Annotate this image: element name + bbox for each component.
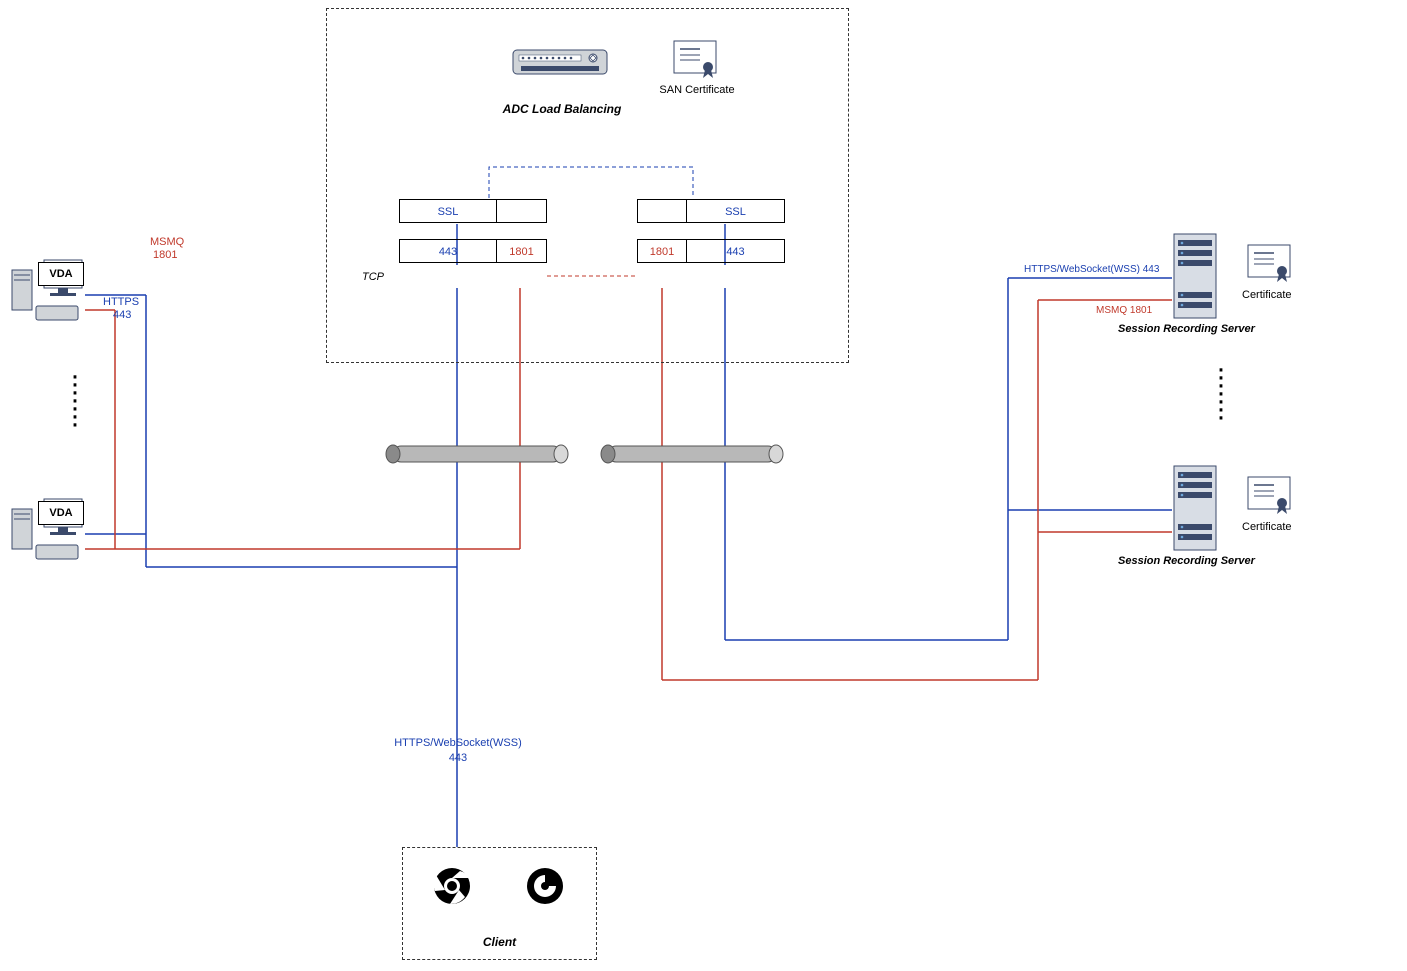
server1-title: Session Recording Server: [1118, 323, 1255, 335]
adc-left-table: SSL 443 1801: [399, 199, 547, 263]
server1-cert-label: Certificate: [1242, 289, 1292, 301]
vda2-label: VDA: [38, 501, 84, 525]
server1-cert-icon: [1246, 243, 1292, 283]
vda1-label: VDA: [38, 262, 84, 286]
san-certificate-icon: [672, 39, 718, 79]
server2-cert-icon: [1246, 475, 1292, 515]
server-msmq-label: MSMQ 1801: [1096, 305, 1152, 316]
server1-icon: [1172, 232, 1218, 320]
adc-appliance-icon: [511, 44, 609, 82]
server2-title: Session Recording Server: [1118, 555, 1255, 567]
pipe-left: [385, 440, 570, 470]
ssl-left-empty: [497, 199, 547, 223]
client-conn-label: HTTPS/WebSocket(WSS): [393, 737, 523, 749]
port1801-left: 1801: [497, 239, 547, 263]
port1801-right: 1801: [637, 239, 687, 263]
vda-https-label: HTTPS: [103, 296, 139, 308]
port443-left: 443: [399, 239, 497, 263]
server-https-label: HTTPS/WebSocket(WSS) 443: [1024, 264, 1159, 275]
firefox-icon: [525, 866, 565, 906]
vda-msmq-label: MSMQ: [150, 236, 184, 248]
vda-https-port: 443: [113, 309, 131, 321]
ssl-right-empty: [637, 199, 687, 223]
port443-right: 443: [687, 239, 785, 263]
client-box: Client: [402, 847, 597, 960]
client-title: Client: [403, 935, 596, 949]
chrome-icon: [432, 866, 472, 906]
server2-icon: [1172, 464, 1218, 552]
adc-right-table: SSL 1801 443: [637, 199, 785, 263]
tcp-label: TCP: [362, 271, 384, 283]
client-conn-port: 443: [393, 752, 523, 764]
server-ellipsis: ·······: [1216, 365, 1226, 421]
adc-box: SAN Certificate ADC Load Balancing SSL 4…: [326, 8, 849, 363]
vda-msmq-port: 1801: [153, 249, 177, 261]
ssl-right: SSL: [687, 199, 785, 223]
san-cert-label: SAN Certificate: [657, 84, 737, 96]
adc-title: ADC Load Balancing: [497, 102, 627, 116]
server2-cert-label: Certificate: [1242, 521, 1292, 533]
vda-ellipsis: ·······: [70, 372, 80, 428]
pipe-right: [600, 440, 785, 470]
ssl-left: SSL: [399, 199, 497, 223]
